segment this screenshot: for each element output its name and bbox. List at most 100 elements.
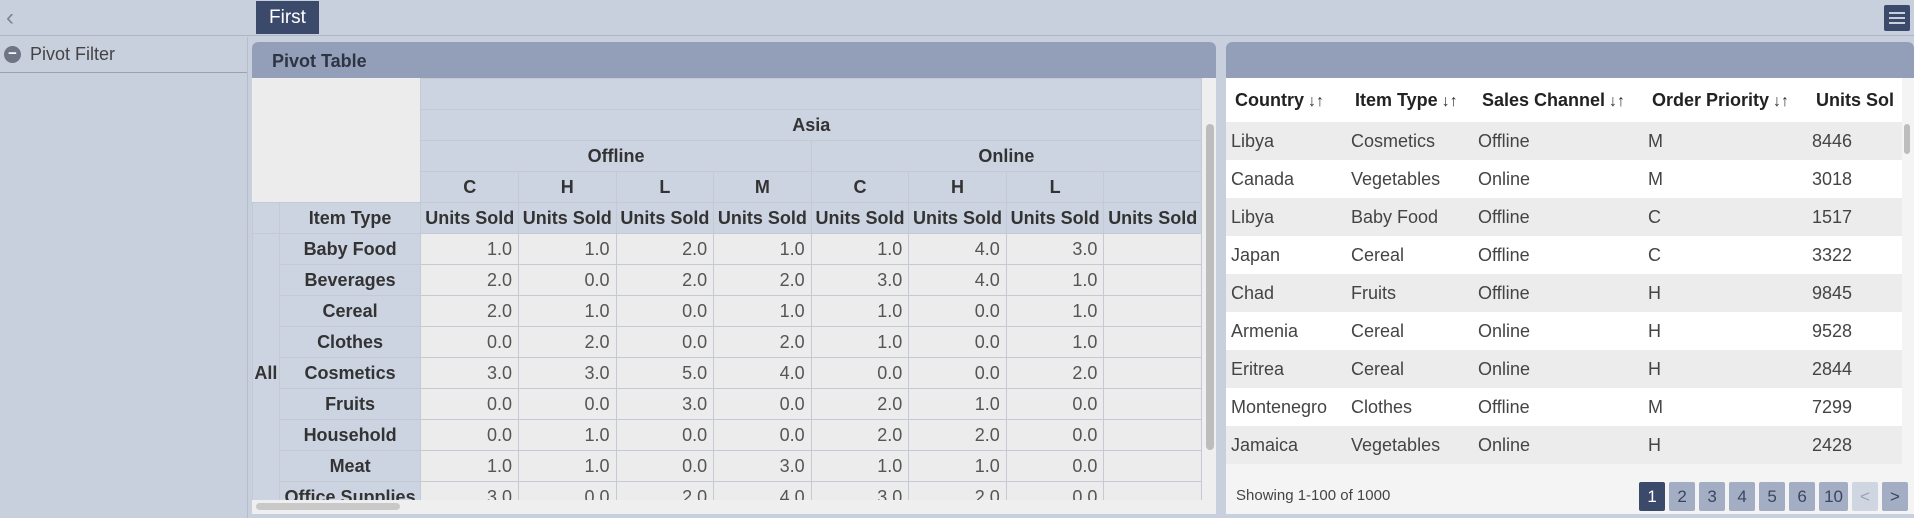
pivot-cell: 4.0 <box>908 264 1007 296</box>
minus-circle-icon[interactable]: − <box>4 46 21 63</box>
pivot-row: Cosmetics 3.0 3.0 5.0 4.0 0.0 0.0 2.0 <box>253 357 1202 389</box>
pivot-cell: 0.0 <box>1005 450 1105 482</box>
page-button[interactable]: 6 <box>1789 482 1816 511</box>
table-cell: M <box>1643 388 1807 426</box>
pivot-cell: 4.0 <box>713 481 812 500</box>
pivot-cell <box>1103 450 1202 482</box>
pivot-cell: 1.0 <box>1005 326 1105 358</box>
pivot-cell: 2.0 <box>420 264 519 296</box>
pivot-measure-header: Units Sold <box>908 202 1007 234</box>
pivot-cell: 2.0 <box>908 481 1007 500</box>
pivot-measure-header: Units Sold <box>1103 202 1202 234</box>
table-row[interactable]: Chad Fruits Offline H 9845 <box>1226 274 1902 312</box>
column-header[interactable]: Item Type ↓↑ <box>1346 78 1473 122</box>
pivot-cell <box>1103 481 1202 500</box>
pivot-priority-header <box>1103 171 1202 203</box>
hamburger-menu-icon[interactable] <box>1884 5 1910 31</box>
table-cell: Chad <box>1226 274 1346 312</box>
page-button[interactable]: 1 <box>1639 482 1666 511</box>
tab-first[interactable]: First <box>256 1 319 34</box>
pivot-row-label: Office Supplies <box>278 481 422 500</box>
sort-arrows-icon[interactable]: ↓↑ <box>1773 93 1789 110</box>
chevron-left-icon[interactable]: ‹ <box>0 4 20 32</box>
page-button[interactable]: 10 <box>1819 482 1848 511</box>
pivot-row: Fruits 0.0 0.0 3.0 0.0 2.0 1.0 0.0 <box>253 388 1202 420</box>
pivot-all-label: All <box>252 233 280 500</box>
pivot-priority-header: H <box>908 171 1007 203</box>
pivot-cell: 3.0 <box>810 481 910 500</box>
pivot-measure-header: Units Sold <box>615 202 715 234</box>
pivot-row: Meat 1.0 1.0 0.0 3.0 1.0 1.0 0.0 <box>253 450 1202 482</box>
table-cell: Offline <box>1473 236 1643 274</box>
pivot-row-field-header[interactable]: Item Type <box>278 202 422 234</box>
pivot-measure-header: Units Sold <box>518 202 617 234</box>
pivot-cell: 2.0 <box>518 326 617 358</box>
pivot-cell: 1.0 <box>518 295 617 327</box>
page-button[interactable]: 5 <box>1759 482 1786 511</box>
table-row[interactable]: Armenia Cereal Online H 9528 <box>1226 312 1902 350</box>
pivot-table-title: Pivot Table <box>252 42 1216 78</box>
page-button[interactable]: 3 <box>1699 482 1726 511</box>
page-button[interactable]: 2 <box>1669 482 1696 511</box>
pivot-measure-header: Units Sold <box>1005 202 1105 234</box>
pivot-cell: 0.0 <box>908 326 1007 358</box>
column-header[interactable]: Country ↓↑ <box>1226 78 1346 122</box>
pivot-header-spacer <box>420 78 1202 110</box>
pivot-priority-header: C <box>810 171 910 203</box>
data-grid-scroll-area[interactable]: Country ↓↑ Item Type ↓↑ Sales Channel ↓↑ Order… <box>1226 78 1902 504</box>
table-cell: Japan <box>1226 236 1346 274</box>
pivot-cell: 1.0 <box>908 388 1007 420</box>
pivot-cell: 0.0 <box>810 357 910 389</box>
table-row[interactable]: Japan Cereal Offline C 3322 <box>1226 236 1902 274</box>
table-cell: Libya <box>1226 122 1346 160</box>
table-row[interactable]: Montenegro Clothes Offline M 7299 <box>1226 388 1902 426</box>
pivot-row-label: Fruits <box>278 388 422 420</box>
page-button[interactable]: 4 <box>1729 482 1756 511</box>
table-row[interactable]: Canada Vegetables Online M 3018 <box>1226 160 1902 198</box>
sort-arrows-icon[interactable]: ↓↑ <box>1308 93 1324 110</box>
pivot-cell: 5.0 <box>615 357 715 389</box>
pivot-row: Office Supplies 3.0 0.0 2.0 4.0 3.0 2.0 0.0 <box>253 481 1202 500</box>
pivot-cell <box>1103 264 1202 296</box>
pagination-controls: 1 2 3 4 5 6 10 < > <box>1639 482 1908 511</box>
pivot-horizontal-scrollbar[interactable] <box>256 503 400 510</box>
column-header[interactable]: Units Sol <box>1807 78 1902 122</box>
table-row[interactable]: Libya Cosmetics Offline M 8446 <box>1226 122 1902 160</box>
pivot-cell <box>1103 357 1202 389</box>
table-cell: Libya <box>1226 198 1346 236</box>
pivot-row: Cereal 2.0 1.0 0.0 1.0 1.0 0.0 1.0 <box>253 295 1202 327</box>
table-cell: H <box>1643 274 1807 312</box>
prev-page-button[interactable]: < <box>1852 482 1878 511</box>
pivot-channel-header: Offline <box>420 140 812 172</box>
pivot-row-label: Cereal <box>278 295 422 327</box>
pivot-row-label: Cosmetics <box>278 357 422 389</box>
pivot-channel-header: Online <box>810 140 1202 172</box>
column-header[interactable]: Order Priority ↓↑ <box>1643 78 1807 122</box>
pagination-bar: Showing 1-100 of 1000 1 2 3 4 5 6 10 < > <box>1226 478 1914 514</box>
pivot-cell: 2.0 <box>713 264 812 296</box>
table-row[interactable]: Eritrea Cereal Online H 2844 <box>1226 350 1902 388</box>
pivot-vertical-scrollbar[interactable] <box>1206 124 1214 450</box>
sort-arrows-icon[interactable]: ↓↑ <box>1442 93 1458 110</box>
table-row[interactable]: Libya Baby Food Offline C 1517 <box>1226 198 1902 236</box>
sort-arrows-icon[interactable]: ↓↑ <box>1609 93 1625 110</box>
table-cell: Armenia <box>1226 312 1346 350</box>
pivot-cell: 2.0 <box>1005 357 1105 389</box>
pivot-filter-toggle[interactable]: − Pivot Filter <box>0 37 247 73</box>
pivot-cell: 3.0 <box>713 450 812 482</box>
table-cell: Offline <box>1473 122 1643 160</box>
pivot-cell: 2.0 <box>810 419 910 451</box>
pivot-row: Clothes 0.0 2.0 0.0 2.0 1.0 0.0 1.0 <box>253 326 1202 358</box>
pivot-cell: 1.0 <box>810 450 910 482</box>
table-row[interactable]: Jamaica Vegetables Online H 2428 <box>1226 426 1902 464</box>
pivot-priority-header: M <box>713 171 812 203</box>
table-cell: Online <box>1473 426 1643 464</box>
pivot-table-scroll-area[interactable]: Asia Offline Online CHLMCHL Item Type Un… <box>252 78 1202 500</box>
data-grid-vertical-scrollbar[interactable] <box>1904 124 1910 154</box>
pivot-cell: 1.0 <box>518 450 617 482</box>
pivot-cell: 1.0 <box>420 233 519 265</box>
column-header[interactable]: Sales Channel ↓↑ <box>1473 78 1643 122</box>
next-page-button[interactable]: > <box>1882 482 1908 511</box>
pivot-row: Household 0.0 1.0 0.0 0.0 2.0 2.0 0.0 <box>253 419 1202 451</box>
pivot-priority-header: L <box>615 171 715 203</box>
